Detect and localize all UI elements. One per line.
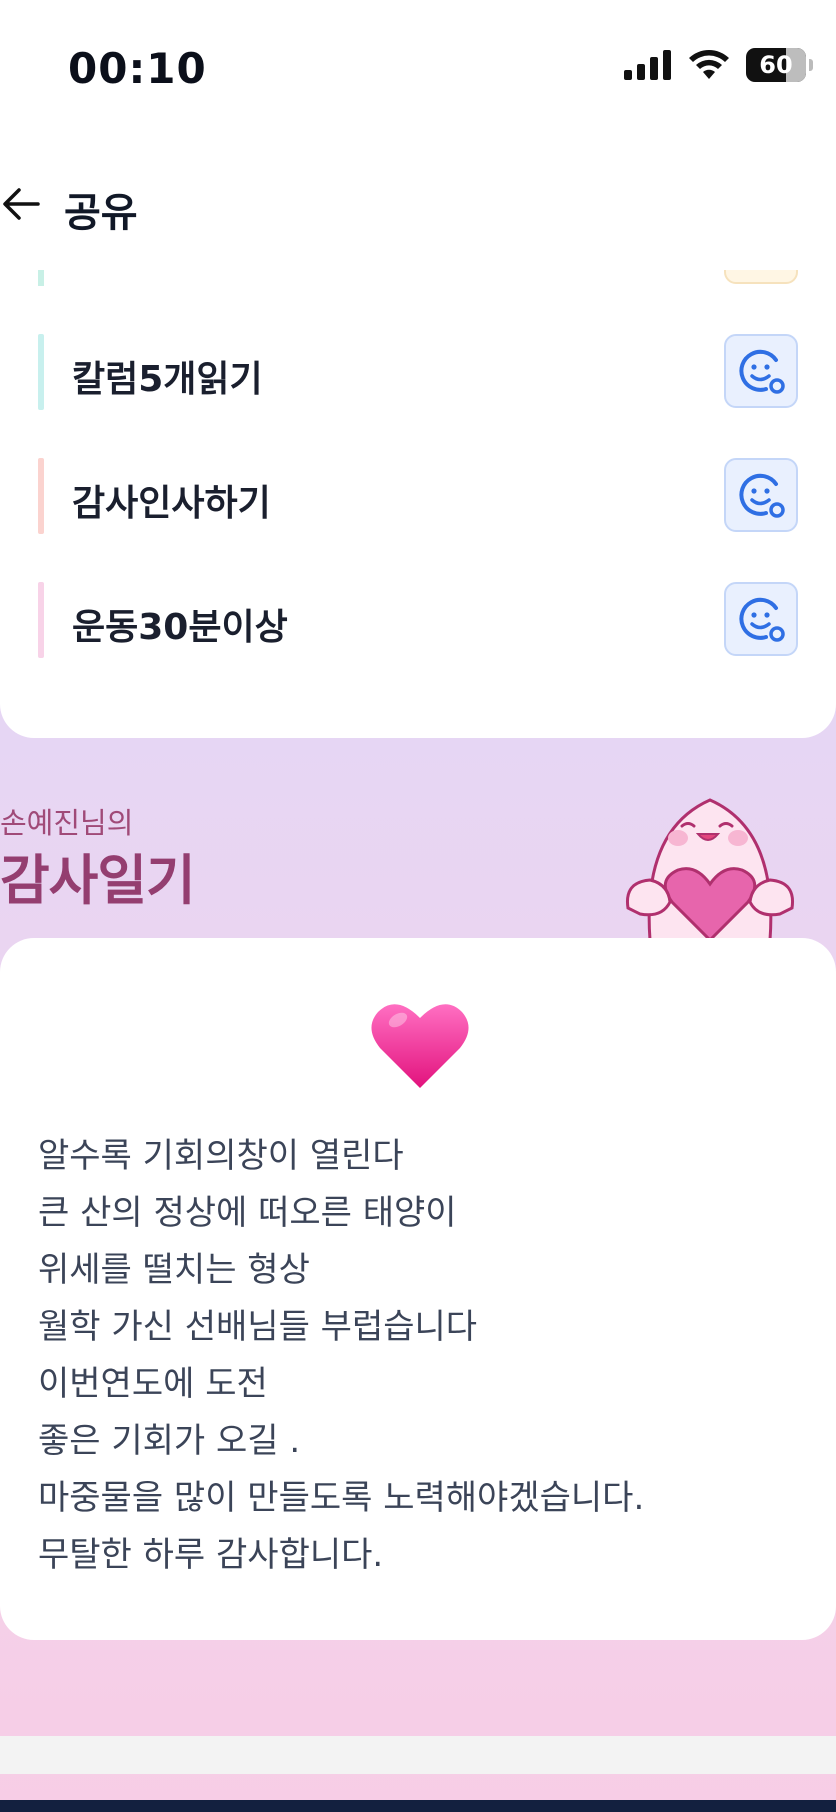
react-button[interactable] bbox=[724, 458, 798, 532]
bottom-divider bbox=[0, 1736, 836, 1774]
status-time: 00:10 bbox=[68, 44, 207, 93]
habit-color-bar bbox=[38, 334, 44, 410]
bottom-navigation-bar bbox=[0, 1800, 836, 1812]
habit-row: 운동30분이상 bbox=[0, 582, 836, 658]
diary-title: 감사일기 bbox=[0, 849, 196, 912]
status-icons: 60 bbox=[624, 48, 813, 82]
status-bar: 00:10 60 bbox=[0, 0, 836, 130]
diary-line: 무탈한 하루 감사합니다. bbox=[38, 1535, 384, 1575]
habit-list-card: 칼럼5개읽기 감사인사하기 운동30분이상 bbox=[0, 270, 836, 738]
habit-color-bar bbox=[38, 458, 44, 534]
diary-line: 큰 산의 정상에 떠오른 태양이 bbox=[38, 1193, 457, 1233]
smile-face-icon bbox=[739, 349, 785, 394]
smile-face-icon bbox=[739, 473, 785, 518]
diary-line: 월학 가신 선배님들 부럽습니다 bbox=[38, 1307, 478, 1347]
habit-color-bar bbox=[38, 270, 44, 286]
battery-level: 60 bbox=[759, 51, 793, 79]
diary-line: 위세를 떨치는 형상 bbox=[38, 1250, 310, 1290]
gratitude-diary-card: 알수록 기회의창이 열린다 큰 산의 정상에 떠오른 태양이 위세를 떨치는 형… bbox=[0, 938, 836, 1640]
habit-row: 감사인사하기 bbox=[0, 458, 836, 534]
diary-line: 마중물을 많이 만들도록 노력해야겠습니다. bbox=[38, 1478, 645, 1518]
back-button[interactable] bbox=[0, 182, 44, 226]
battery-icon: 60 bbox=[746, 48, 813, 82]
mascot-holding-heart-illustration bbox=[625, 798, 795, 940]
page-title: 공유 bbox=[64, 190, 138, 236]
habit-label: 감사인사하기 bbox=[72, 483, 271, 524]
react-button-partial[interactable] bbox=[724, 270, 798, 284]
react-button[interactable] bbox=[724, 582, 798, 656]
arrow-left-icon bbox=[3, 188, 40, 220]
diary-line: 알수록 기회의창이 열린다 bbox=[38, 1136, 404, 1176]
habit-color-bar bbox=[38, 582, 44, 658]
wifi-icon bbox=[689, 50, 729, 79]
smile-face-icon bbox=[739, 597, 785, 642]
react-button[interactable] bbox=[724, 334, 798, 408]
habit-label: 운동30분이상 bbox=[72, 607, 288, 648]
diary-line: 좋은 기회가 오길 . bbox=[38, 1421, 301, 1461]
habit-row: 칼럼5개읽기 bbox=[0, 334, 836, 410]
app-header: 공유 bbox=[0, 130, 836, 270]
pink-heart-icon bbox=[371, 1004, 469, 1088]
diary-line: 이번연도에 도전 bbox=[38, 1364, 268, 1404]
diary-body: 알수록 기회의창이 열린다 큰 산의 정상에 떠오른 태양이 위세를 떨치는 형… bbox=[38, 1128, 644, 1584]
habit-label: 칼럼5개읽기 bbox=[72, 359, 263, 400]
signal-icon bbox=[624, 50, 671, 80]
